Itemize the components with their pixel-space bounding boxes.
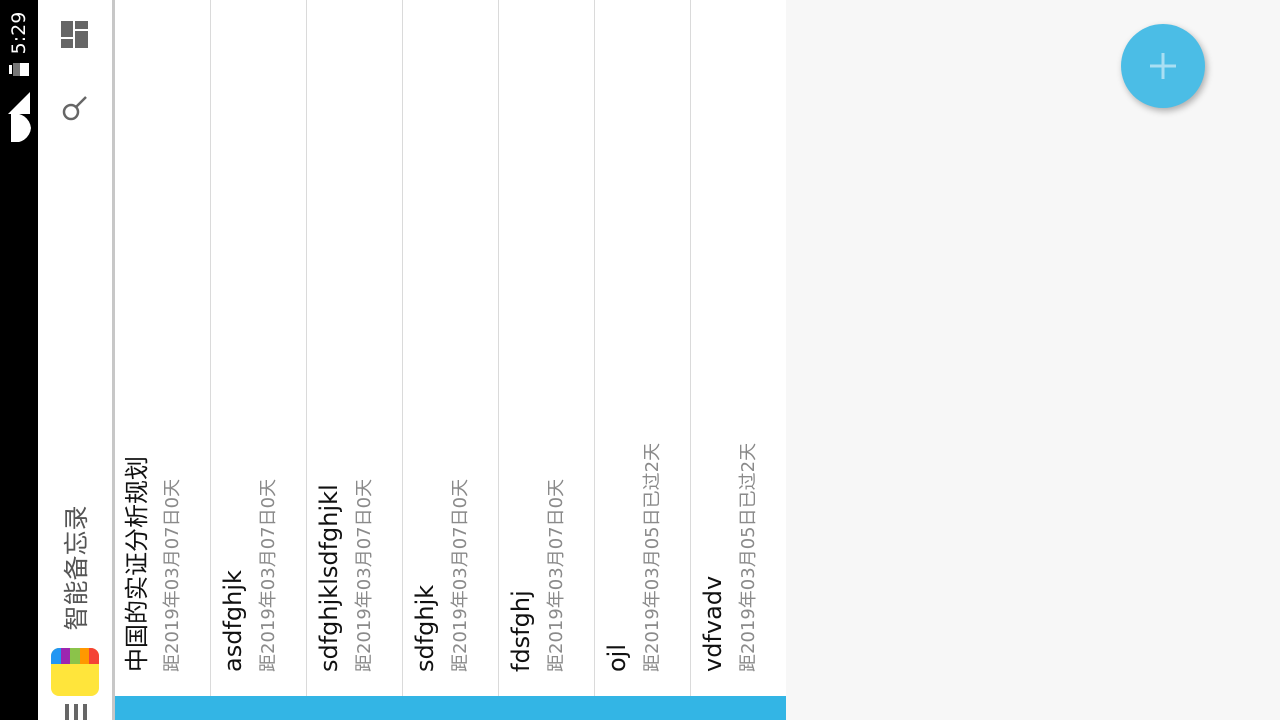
memo-date: 距2019年03月07日0天: [450, 478, 471, 672]
app-title: 智能备忘录: [62, 505, 91, 631]
memo-item[interactable]: vdfvadv 距2019年03月05日已过2天: [691, 0, 787, 696]
memo-title: vdfvadv: [699, 575, 727, 672]
memo-date: 距2019年03月07日0天: [546, 478, 567, 672]
right-panel: [786, 0, 1280, 720]
memo-item[interactable]: sdfghjklsdfghjkl 距2019年03月07日0天: [307, 0, 403, 696]
plus-icon: [1150, 53, 1176, 79]
status-bar: 5:29: [0, 0, 38, 720]
memo-title: sdfghjklsdfghjkl: [315, 484, 343, 672]
menu-icon[interactable]: [64, 704, 88, 720]
memo-title: ojl: [603, 643, 631, 672]
memo-item[interactable]: asdfghjk 距2019年03月07日0天: [211, 0, 307, 696]
memo-item[interactable]: ojl 距2019年03月05日已过2天: [595, 0, 691, 696]
memo-date: 距2019年03月05日已过2天: [642, 442, 663, 672]
memo-list[interactable]: 中国的实证分析规划 距2019年03月07日0天 asdfghjk 距2019年…: [115, 0, 787, 696]
wifi-icon: [11, 114, 31, 142]
memo-item[interactable]: 中国的实证分析规划 距2019年03月07日0天: [115, 0, 211, 696]
search-icon[interactable]: [60, 93, 90, 123]
memo-date: 距2019年03月07日0天: [162, 478, 183, 672]
app-logo: [51, 648, 99, 696]
memo-title: sdfghjk: [411, 584, 439, 672]
memo-date: 距2019年03月07日0天: [258, 478, 279, 672]
memo-title: 中国的实证分析规划: [123, 456, 151, 672]
signal-icon: [8, 92, 30, 114]
battery-icon: [9, 63, 29, 76]
memo-date: 距2019年03月07日0天: [354, 478, 375, 672]
add-button[interactable]: [1121, 24, 1205, 108]
memo-item[interactable]: sdfghjk 距2019年03月07日0天: [403, 0, 499, 696]
status-time: 5:29: [8, 11, 30, 55]
memo-date: 距2019年03月05日已过2天: [738, 442, 759, 672]
memo-item[interactable]: fdsfghj 距2019年03月07日0天: [499, 0, 595, 696]
list-bottom-bar: [115, 696, 786, 720]
memo-title: asdfghjk: [219, 570, 247, 672]
memo-title: fdsfghj: [507, 590, 535, 672]
grid-icon[interactable]: [60, 20, 90, 50]
toolbar: 智能备忘录: [38, 0, 113, 720]
